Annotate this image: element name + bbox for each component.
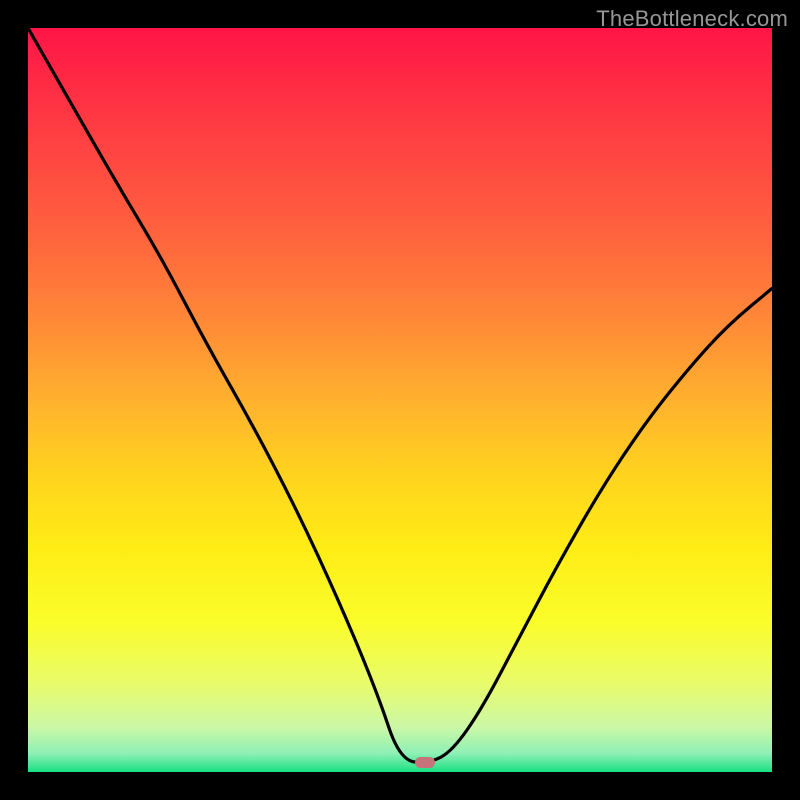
chart-svg [28, 28, 772, 772]
chart-frame: TheBottleneck.com [0, 0, 800, 800]
gradient-rect [28, 28, 772, 772]
plot-area [28, 28, 772, 772]
watermark-text: TheBottleneck.com [596, 6, 788, 32]
optimal-point-marker [415, 757, 435, 768]
